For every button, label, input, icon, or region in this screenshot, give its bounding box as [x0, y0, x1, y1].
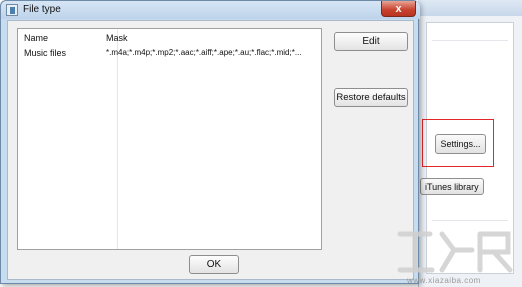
- column-separator: [117, 30, 118, 249]
- divider: [432, 40, 508, 41]
- cell-name: Music files: [24, 48, 67, 58]
- cell-mask: *.m4a;*.m4p;*.mp2;*.aac;*.aiff;*.ape;*.a…: [106, 48, 302, 57]
- file-type-dialog: File type x Name Mask Music files *.m4a;…: [0, 0, 420, 284]
- column-header-name[interactable]: Name: [24, 33, 48, 43]
- dialog-titlebar[interactable]: File type x: [1, 1, 420, 19]
- ok-button[interactable]: OK: [189, 255, 239, 274]
- watermark-logo: [397, 231, 513, 273]
- watermark-text: www.xiazaiba.com: [407, 276, 481, 285]
- app-icon: [6, 4, 18, 16]
- restore-defaults-button[interactable]: Restore defaults: [334, 88, 408, 107]
- column-header-mask[interactable]: Mask: [106, 33, 128, 43]
- background-window-titlebar: [418, 0, 522, 16]
- edit-button[interactable]: Edit: [334, 32, 408, 51]
- close-icon: x: [395, 2, 402, 15]
- dialog-title: File type: [23, 4, 61, 15]
- list-item[interactable]: Music files *.m4a;*.m4p;*.mp2;*.aac;*.ai…: [24, 48, 319, 60]
- itunes-library-button[interactable]: iTunes library: [420, 178, 484, 195]
- close-button[interactable]: x: [381, 1, 416, 17]
- highlight-annotation-box: [422, 119, 494, 167]
- file-type-list[interactable]: Name Mask Music files *.m4a;*.m4p;*.mp2;…: [17, 28, 322, 250]
